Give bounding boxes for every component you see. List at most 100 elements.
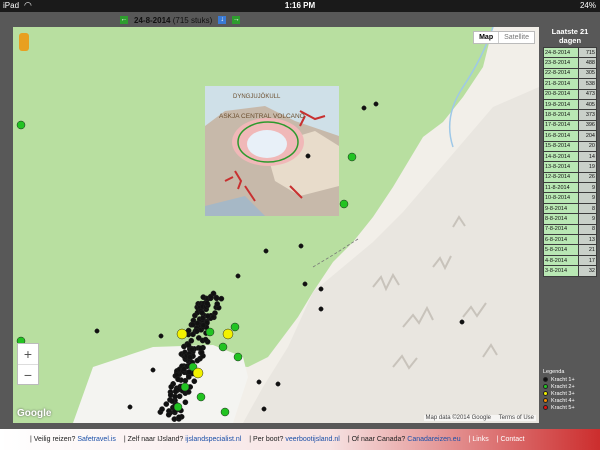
- day-date[interactable]: 4-8-2014: [542, 254, 580, 267]
- quake-marker[interactable]: [181, 366, 187, 372]
- quake-marker[interactable]: [205, 327, 215, 337]
- quake-marker[interactable]: [158, 333, 164, 339]
- day-date[interactable]: 12-8-2014: [542, 171, 580, 184]
- footer-link[interactable]: | Contact: [497, 436, 525, 443]
- day-row[interactable]: 15-8-2014 20: [542, 140, 597, 152]
- day-date[interactable]: 15-8-2014: [542, 140, 580, 152]
- quake-marker[interactable]: [192, 312, 198, 319]
- day-date[interactable]: 17-8-2014: [542, 119, 580, 132]
- day-row[interactable]: 23-8-2014 488: [542, 57, 597, 69]
- quake-marker[interactable]: [233, 352, 243, 362]
- day-date[interactable]: 6-8-2014: [542, 234, 580, 246]
- day-row[interactable]: 6-8-2014 13: [542, 234, 597, 246]
- day-date[interactable]: 18-8-2014: [542, 109, 580, 121]
- quake-marker[interactable]: [159, 406, 165, 413]
- quake-marker[interactable]: [182, 399, 189, 406]
- quake-marker[interactable]: [180, 382, 190, 392]
- quake-marker[interactable]: [199, 309, 205, 316]
- quake-marker[interactable]: [127, 404, 133, 410]
- quake-marker[interactable]: [191, 378, 198, 385]
- quake-marker[interactable]: [165, 411, 172, 418]
- quake-marker[interactable]: [318, 286, 324, 292]
- day-date[interactable]: 20-8-2014: [542, 88, 580, 100]
- day-date[interactable]: 3-8-2014: [542, 265, 580, 277]
- zoom-in-button[interactable]: +: [18, 344, 38, 364]
- quake-marker[interactable]: [176, 328, 188, 340]
- quake-marker[interactable]: [16, 120, 26, 130]
- quake-marker[interactable]: [220, 407, 230, 417]
- day-date[interactable]: 9-8-2014: [542, 202, 580, 215]
- map-type-satellite-button[interactable]: Satellite: [499, 32, 534, 43]
- quake-marker[interactable]: [318, 306, 324, 312]
- day-row[interactable]: 14-8-2014 14: [542, 150, 597, 163]
- download-button[interactable]: ↓: [218, 16, 227, 24]
- prev-day-button[interactable]: ←: [120, 16, 128, 24]
- quake-marker[interactable]: [204, 300, 211, 307]
- quake-marker[interactable]: [210, 314, 216, 320]
- footer-link[interactable]: Canadareizen.eu: [407, 436, 460, 443]
- quake-marker[interactable]: [194, 328, 200, 335]
- footer-link[interactable]: | Links: [469, 436, 489, 443]
- quake-marker[interactable]: [192, 367, 204, 379]
- day-row[interactable]: 5-8-2014 21: [542, 244, 597, 256]
- day-date[interactable]: 21-8-2014: [542, 78, 580, 90]
- day-row[interactable]: 16-8-2014 204: [542, 130, 597, 142]
- quake-marker[interactable]: [194, 357, 201, 364]
- footer-link[interactable]: Safetravel.is: [77, 436, 116, 443]
- quake-marker[interactable]: [163, 401, 170, 407]
- quake-marker[interactable]: [204, 313, 211, 319]
- day-row[interactable]: 11-8-2014 9: [542, 182, 597, 194]
- day-date[interactable]: 8-8-2014: [542, 213, 580, 225]
- day-row[interactable]: 21-8-2014 538: [542, 78, 597, 90]
- quake-marker[interactable]: [214, 301, 221, 307]
- day-row[interactable]: 24-8-2014 715: [542, 46, 597, 59]
- quake-marker[interactable]: [235, 273, 241, 279]
- quake-marker[interactable]: [263, 248, 269, 254]
- day-row[interactable]: 3-8-2014 32: [542, 265, 597, 277]
- quake-marker[interactable]: [94, 328, 100, 334]
- quake-marker[interactable]: [275, 381, 281, 387]
- day-date[interactable]: 19-8-2014: [542, 98, 580, 111]
- quake-marker[interactable]: [347, 152, 357, 162]
- quake-marker[interactable]: [197, 345, 204, 352]
- quake-marker[interactable]: [210, 290, 217, 297]
- quake-marker[interactable]: [168, 383, 175, 390]
- day-row[interactable]: 18-8-2014 373: [542, 109, 597, 121]
- quake-marker[interactable]: [196, 392, 206, 402]
- day-row[interactable]: 20-8-2014 473: [542, 88, 597, 100]
- quake-marker[interactable]: [172, 388, 179, 395]
- day-row[interactable]: 4-8-2014 17: [542, 254, 597, 267]
- quake-marker[interactable]: [218, 342, 228, 352]
- quake-marker[interactable]: [261, 406, 267, 412]
- quake-marker[interactable]: [302, 281, 308, 287]
- quake-marker[interactable]: [185, 374, 192, 380]
- day-date[interactable]: 24-8-2014: [542, 46, 580, 59]
- day-row[interactable]: 19-8-2014 405: [542, 98, 597, 111]
- quake-marker[interactable]: [169, 398, 175, 404]
- day-date[interactable]: 14-8-2014: [542, 150, 580, 163]
- day-row[interactable]: 22-8-2014 305: [542, 67, 597, 80]
- quake-marker[interactable]: [373, 101, 379, 107]
- quake-marker[interactable]: [218, 295, 225, 302]
- quake-marker[interactable]: [187, 354, 193, 360]
- quake-marker[interactable]: [200, 322, 207, 329]
- quake-marker[interactable]: [194, 320, 201, 327]
- quake-marker[interactable]: [298, 243, 304, 249]
- quake-marker[interactable]: [222, 328, 234, 340]
- footer-link[interactable]: veerbootijsland.nl: [285, 436, 339, 443]
- day-date[interactable]: 11-8-2014: [542, 182, 580, 194]
- terms-link[interactable]: Terms of Use: [499, 415, 534, 421]
- quake-marker[interactable]: [305, 153, 311, 159]
- day-date[interactable]: 22-8-2014: [542, 67, 580, 80]
- day-row[interactable]: 10-8-2014 9: [542, 192, 597, 204]
- earthquake-map[interactable]: DYNGJUJÖKULL ASKJA CENTRAL VOLCANO Map S…: [13, 27, 539, 423]
- day-date[interactable]: 10-8-2014: [542, 192, 580, 204]
- quake-marker[interactable]: [200, 294, 207, 300]
- day-row[interactable]: 9-8-2014 8: [542, 202, 597, 215]
- quake-marker[interactable]: [339, 199, 349, 209]
- quake-marker[interactable]: [176, 393, 183, 400]
- quake-marker[interactable]: [361, 105, 367, 111]
- day-date[interactable]: 7-8-2014: [542, 223, 580, 236]
- zoom-out-button[interactable]: −: [18, 364, 38, 384]
- quake-marker[interactable]: [199, 315, 206, 322]
